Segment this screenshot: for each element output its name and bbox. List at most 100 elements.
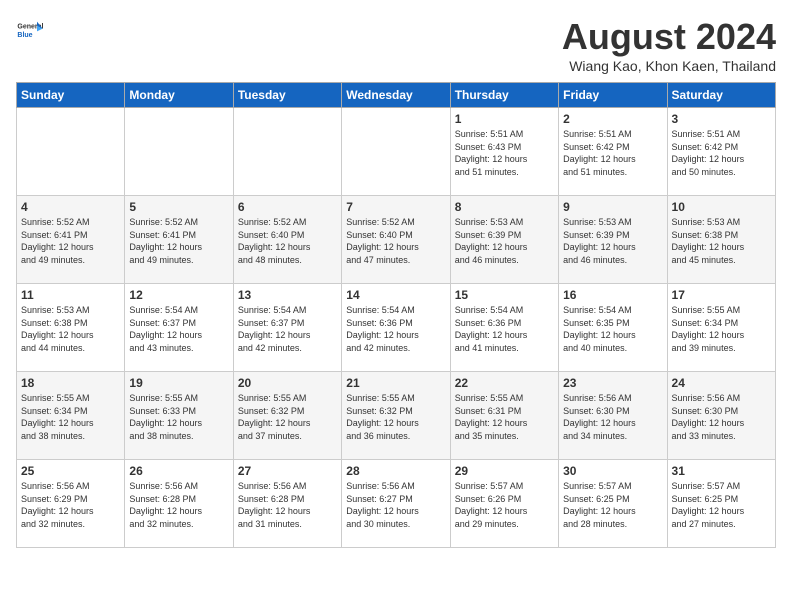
day-cell-7: 7 Sunrise: 5:52 AM Sunset: 6:40 PM Daylig… xyxy=(342,196,450,284)
day-number: 14 xyxy=(346,288,445,302)
day-cell-19: 19 Sunrise: 5:55 AM Sunset: 6:33 PM Dayli… xyxy=(125,372,233,460)
day-cell-1: 1 Sunrise: 5:51 AM Sunset: 6:43 PM Daylig… xyxy=(450,108,558,196)
calendar-week-row: 18 Sunrise: 5:55 AM Sunset: 6:34 PM Dayli… xyxy=(17,372,776,460)
day-cell-6: 6Sunrise: 5:52 AM Sunset: 6:40 PM Daylig… xyxy=(233,196,341,284)
day-cell-22: 22 Sunrise: 5:55 AM Sunset: 6:31 PM Dayli… xyxy=(450,372,558,460)
day-info: Sunrise: 5:51 AM Sunset: 6:43 PM Dayligh… xyxy=(455,128,554,178)
calendar-body: 1 Sunrise: 5:51 AM Sunset: 6:43 PM Daylig… xyxy=(17,108,776,548)
header: General Blue August 2024 Wiang Kao, Khon… xyxy=(16,16,776,74)
day-number: 23 xyxy=(563,376,662,390)
calendar-week-row: 4 Sunrise: 5:52 AM Sunset: 6:41 PM Daylig… xyxy=(17,196,776,284)
day-info: Sunrise: 5:55 AM Sunset: 6:34 PM Dayligh… xyxy=(672,304,771,354)
day-info: Sunrise: 5:53 AM Sunset: 6:39 PM Dayligh… xyxy=(563,216,662,266)
day-number: 6 xyxy=(238,200,337,214)
header-wednesday: Wednesday xyxy=(342,83,450,108)
day-number: 16 xyxy=(563,288,662,302)
day-number: 28 xyxy=(346,464,445,478)
empty-cell xyxy=(17,108,125,196)
day-info: Sunrise: 5:53 AM Sunset: 6:38 PM Dayligh… xyxy=(21,304,120,354)
day-number: 15 xyxy=(455,288,554,302)
day-cell-23: 23 Sunrise: 5:56 AM Sunset: 6:30 PM Dayli… xyxy=(559,372,667,460)
day-number: 13 xyxy=(238,288,337,302)
header-saturday: Saturday xyxy=(667,83,775,108)
day-number: 4 xyxy=(21,200,120,214)
day-info: Sunrise: 5:56 AM Sunset: 6:28 PM Dayligh… xyxy=(238,480,337,530)
day-number: 19 xyxy=(129,376,228,390)
day-info: Sunrise: 5:53 AM Sunset: 6:39 PM Dayligh… xyxy=(455,216,554,266)
calendar-week-row: 25 Sunrise: 5:56 AM Sunset: 6:29 PM Dayli… xyxy=(17,460,776,548)
day-cell-24: 24Sunrise: 5:56 AM Sunset: 6:30 PM Dayli… xyxy=(667,372,775,460)
day-number: 26 xyxy=(129,464,228,478)
day-cell-10: 10Sunrise: 5:53 AM Sunset: 6:38 PM Dayli… xyxy=(667,196,775,284)
day-cell-26: 26 Sunrise: 5:56 AM Sunset: 6:28 PM Dayli… xyxy=(125,460,233,548)
header-thursday: Thursday xyxy=(450,83,558,108)
day-cell-30: 30Sunrise: 5:57 AM Sunset: 6:25 PM Dayli… xyxy=(559,460,667,548)
day-info: Sunrise: 5:51 AM Sunset: 6:42 PM Dayligh… xyxy=(563,128,662,178)
day-info: Sunrise: 5:54 AM Sunset: 6:36 PM Dayligh… xyxy=(455,304,554,354)
month-year-title: August 2024 xyxy=(562,16,776,58)
day-number: 20 xyxy=(238,376,337,390)
day-number: 11 xyxy=(21,288,120,302)
day-number: 17 xyxy=(672,288,771,302)
day-cell-13: 13 Sunrise: 5:54 AM Sunset: 6:37 PM Dayli… xyxy=(233,284,341,372)
day-cell-27: 27 Sunrise: 5:56 AM Sunset: 6:28 PM Dayli… xyxy=(233,460,341,548)
empty-cell xyxy=(125,108,233,196)
title-block: August 2024 Wiang Kao, Khon Kaen, Thaila… xyxy=(562,16,776,74)
header-monday: Monday xyxy=(125,83,233,108)
day-cell-2: 2 Sunrise: 5:51 AM Sunset: 6:42 PM Daylig… xyxy=(559,108,667,196)
day-info: Sunrise: 5:56 AM Sunset: 6:29 PM Dayligh… xyxy=(21,480,120,530)
day-cell-9: 9 Sunrise: 5:53 AM Sunset: 6:39 PM Daylig… xyxy=(559,196,667,284)
day-info: Sunrise: 5:55 AM Sunset: 6:32 PM Dayligh… xyxy=(346,392,445,442)
day-cell-18: 18 Sunrise: 5:55 AM Sunset: 6:34 PM Dayli… xyxy=(17,372,125,460)
day-info: Sunrise: 5:57 AM Sunset: 6:26 PM Dayligh… xyxy=(455,480,554,530)
day-cell-11: 11 Sunrise: 5:53 AM Sunset: 6:38 PM Dayli… xyxy=(17,284,125,372)
day-info: Sunrise: 5:54 AM Sunset: 6:37 PM Dayligh… xyxy=(129,304,228,354)
header-row: SundayMondayTuesdayWednesdayThursdayFrid… xyxy=(17,83,776,108)
day-number: 7 xyxy=(346,200,445,214)
calendar-header: SundayMondayTuesdayWednesdayThursdayFrid… xyxy=(17,83,776,108)
day-info: Sunrise: 5:55 AM Sunset: 6:31 PM Dayligh… xyxy=(455,392,554,442)
day-info: Sunrise: 5:54 AM Sunset: 6:36 PM Dayligh… xyxy=(346,304,445,354)
location-subtitle: Wiang Kao, Khon Kaen, Thailand xyxy=(562,58,776,74)
day-number: 31 xyxy=(672,464,771,478)
day-number: 21 xyxy=(346,376,445,390)
day-number: 27 xyxy=(238,464,337,478)
header-tuesday: Tuesday xyxy=(233,83,341,108)
day-info: Sunrise: 5:53 AM Sunset: 6:38 PM Dayligh… xyxy=(672,216,771,266)
header-friday: Friday xyxy=(559,83,667,108)
day-number: 22 xyxy=(455,376,554,390)
day-number: 29 xyxy=(455,464,554,478)
day-number: 1 xyxy=(455,112,554,126)
day-info: Sunrise: 5:54 AM Sunset: 6:37 PM Dayligh… xyxy=(238,304,337,354)
day-info: Sunrise: 5:55 AM Sunset: 6:33 PM Dayligh… xyxy=(129,392,228,442)
day-info: Sunrise: 5:52 AM Sunset: 6:41 PM Dayligh… xyxy=(21,216,120,266)
calendar-week-row: 1 Sunrise: 5:51 AM Sunset: 6:43 PM Daylig… xyxy=(17,108,776,196)
day-info: Sunrise: 5:56 AM Sunset: 6:28 PM Dayligh… xyxy=(129,480,228,530)
day-number: 3 xyxy=(672,112,771,126)
day-cell-12: 12 Sunrise: 5:54 AM Sunset: 6:37 PM Dayli… xyxy=(125,284,233,372)
day-info: Sunrise: 5:56 AM Sunset: 6:30 PM Dayligh… xyxy=(563,392,662,442)
day-number: 18 xyxy=(21,376,120,390)
day-number: 5 xyxy=(129,200,228,214)
day-info: Sunrise: 5:57 AM Sunset: 6:25 PM Dayligh… xyxy=(672,480,771,530)
day-cell-25: 25 Sunrise: 5:56 AM Sunset: 6:29 PM Dayli… xyxy=(17,460,125,548)
day-cell-8: 8 Sunrise: 5:53 AM Sunset: 6:39 PM Daylig… xyxy=(450,196,558,284)
day-number: 8 xyxy=(455,200,554,214)
day-info: Sunrise: 5:52 AM Sunset: 6:40 PM Dayligh… xyxy=(346,216,445,266)
day-cell-28: 28 Sunrise: 5:56 AM Sunset: 6:27 PM Dayli… xyxy=(342,460,450,548)
day-number: 2 xyxy=(563,112,662,126)
day-number: 24 xyxy=(672,376,771,390)
logo-icon: General Blue xyxy=(16,16,44,44)
day-cell-29: 29 Sunrise: 5:57 AM Sunset: 6:26 PM Dayli… xyxy=(450,460,558,548)
day-number: 25 xyxy=(21,464,120,478)
day-info: Sunrise: 5:54 AM Sunset: 6:35 PM Dayligh… xyxy=(563,304,662,354)
day-info: Sunrise: 5:55 AM Sunset: 6:32 PM Dayligh… xyxy=(238,392,337,442)
day-info: Sunrise: 5:55 AM Sunset: 6:34 PM Dayligh… xyxy=(21,392,120,442)
day-info: Sunrise: 5:57 AM Sunset: 6:25 PM Dayligh… xyxy=(563,480,662,530)
day-number: 9 xyxy=(563,200,662,214)
day-cell-15: 15 Sunrise: 5:54 AM Sunset: 6:36 PM Dayli… xyxy=(450,284,558,372)
day-info: Sunrise: 5:56 AM Sunset: 6:27 PM Dayligh… xyxy=(346,480,445,530)
day-number: 12 xyxy=(129,288,228,302)
day-cell-17: 17 Sunrise: 5:55 AM Sunset: 6:34 PM Dayli… xyxy=(667,284,775,372)
day-cell-4: 4 Sunrise: 5:52 AM Sunset: 6:41 PM Daylig… xyxy=(17,196,125,284)
